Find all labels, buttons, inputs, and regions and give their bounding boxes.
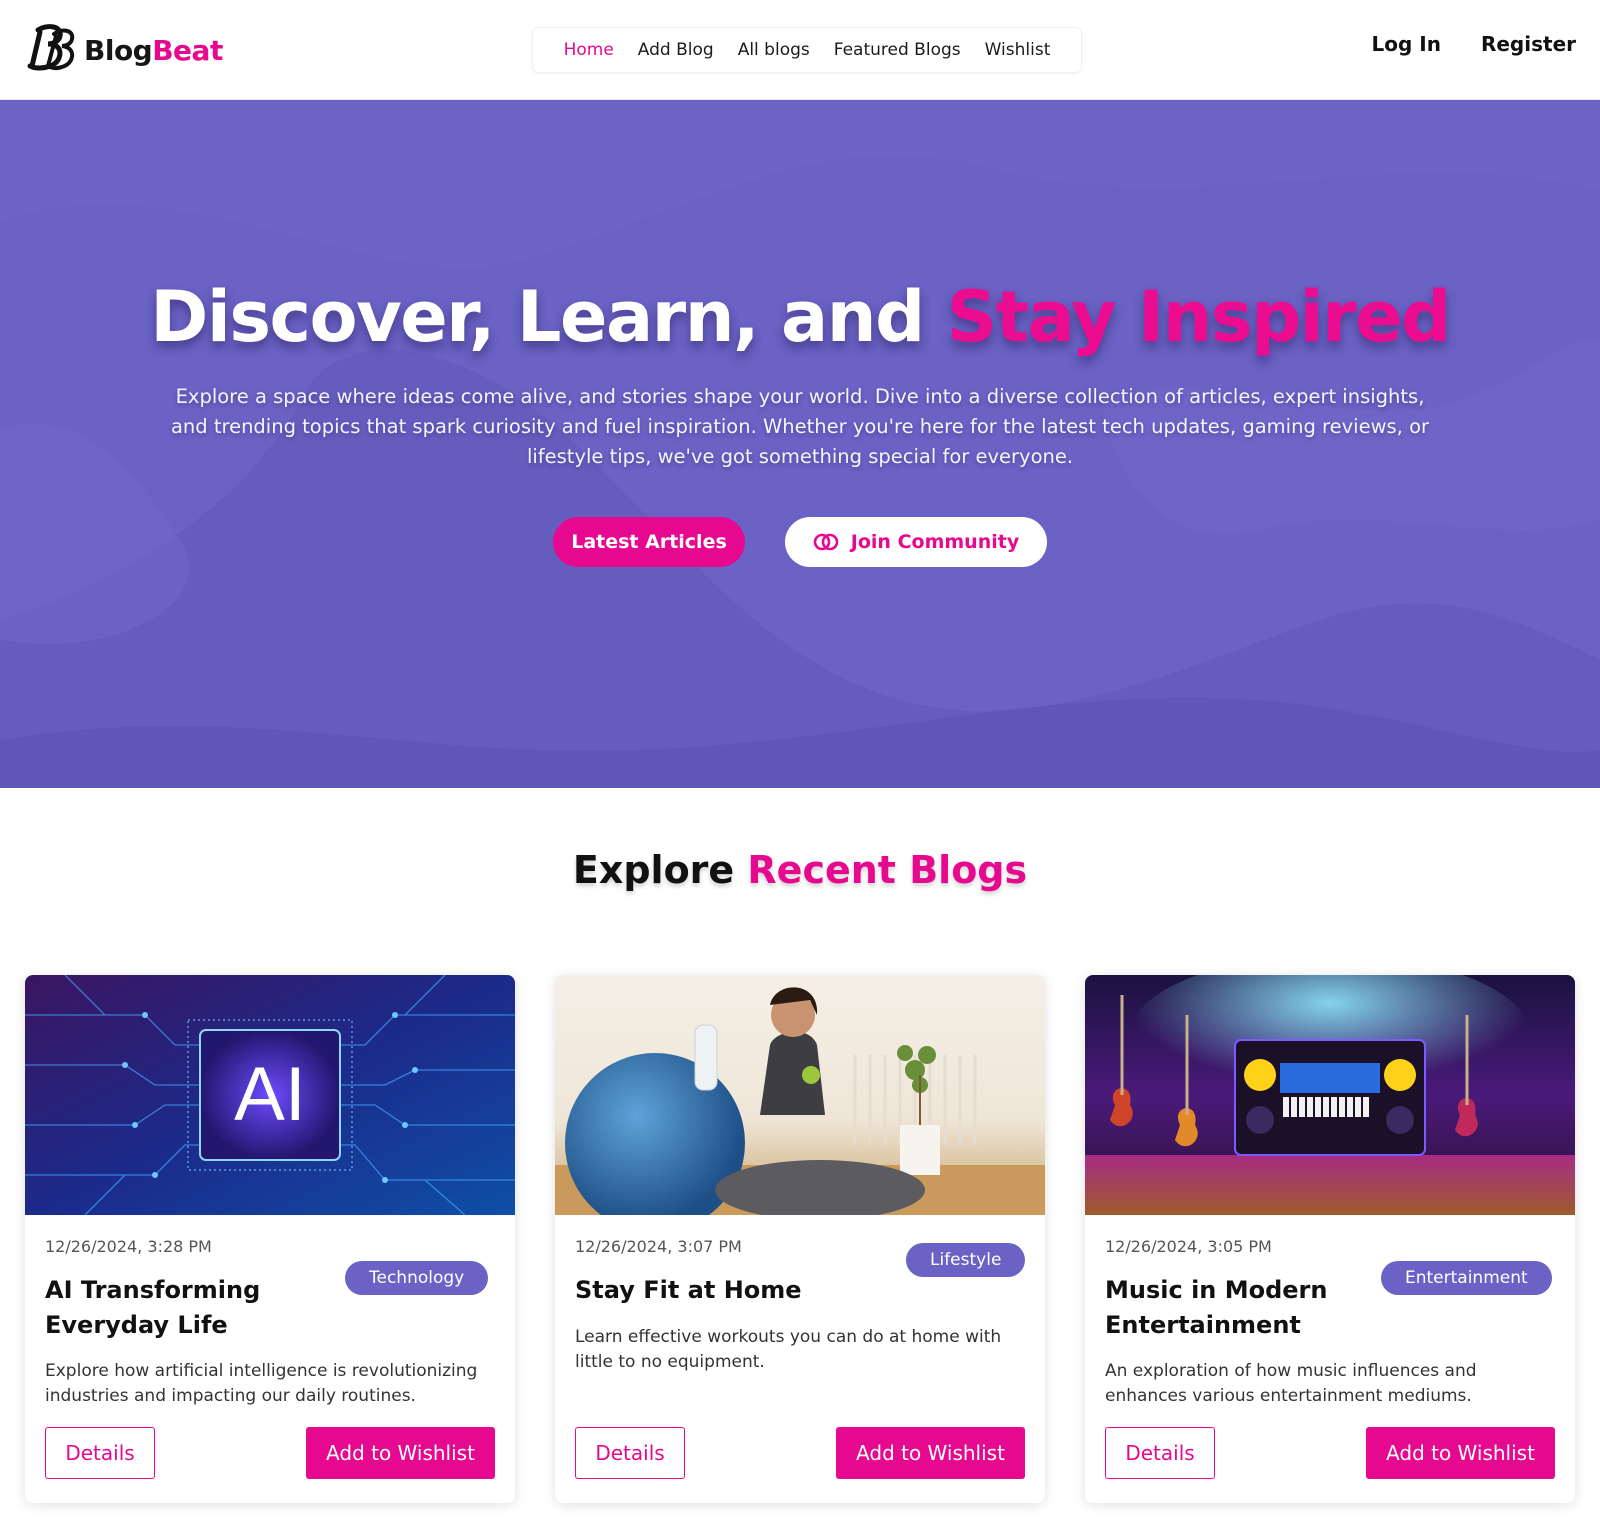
category-badge[interactable]: Lifestyle — [906, 1243, 1026, 1277]
brand-name: BlogBeat — [84, 34, 223, 67]
section-title: Explore Recent Blogs — [0, 848, 1600, 892]
details-button[interactable]: Details — [575, 1427, 685, 1479]
blog-card-title: Music in Modern Entertainment — [1105, 1276, 1328, 1339]
blog-card-title: AI Transforming Everyday Life — [45, 1276, 261, 1339]
blog-card: AI 12/26/2024, 3:28 PM Technology AI Tra… — [25, 975, 515, 1503]
hero-title-highlight: Stay Inspired — [946, 276, 1452, 358]
category-badge[interactable]: Technology — [345, 1261, 489, 1295]
latest-articles-button[interactable]: Latest Articles — [553, 517, 745, 567]
add-to-wishlist-button[interactable]: Add to Wishlist — [836, 1427, 1025, 1479]
hero-title: Discover, Learn, and Stay Inspired — [0, 276, 1600, 358]
register-link[interactable]: Register — [1481, 32, 1576, 56]
blog-card-date: 12/26/2024, 3:28 PM — [45, 1237, 212, 1256]
blog-card-image[interactable] — [1085, 975, 1575, 1215]
details-button[interactable]: Details — [45, 1427, 155, 1479]
brand-name-part2: Beat — [152, 33, 223, 67]
nav-link-wishlist[interactable]: Wishlist — [985, 40, 1051, 60]
ai-chip-image: AI — [25, 975, 515, 1215]
blog-card-image[interactable]: AI — [25, 975, 515, 1215]
interlocking-rings-icon — [813, 533, 839, 551]
nav-link-home[interactable]: Home — [564, 40, 614, 60]
details-button[interactable]: Details — [1105, 1427, 1215, 1479]
navbar: BlogBeat Home Add Blog All blogs Feature… — [0, 0, 1600, 100]
join-community-label: Join Community — [850, 531, 1020, 553]
blog-card-title: Stay Fit at Home — [575, 1276, 802, 1304]
auth-links: Log In Register — [1372, 32, 1576, 56]
blog-card-image[interactable] — [555, 975, 1045, 1215]
section-title-part1: Explore — [572, 848, 748, 892]
blog-card-description: An exploration of how music influences a… — [1105, 1361, 1477, 1406]
hero-title-part1: Discover, Learn, and — [150, 276, 947, 358]
hero-description: Explore a space where ideas come alive, … — [170, 385, 1430, 468]
hero-actions: Latest Articles Join Community — [0, 517, 1600, 567]
blog-card-description: Learn effective workouts you can do at h… — [575, 1327, 1002, 1372]
home-workout-image — [555, 975, 1045, 1215]
blog-card-description: Explore how artificial intelligence is r… — [45, 1361, 478, 1406]
add-to-wishlist-button[interactable]: Add to Wishlist — [306, 1427, 495, 1479]
nav-link-all-blogs[interactable]: All blogs — [738, 40, 810, 60]
login-link[interactable]: Log In — [1372, 32, 1441, 56]
bb-monogram-logo-icon — [27, 24, 75, 71]
brand-name-part1: Blog — [84, 33, 153, 67]
join-community-button[interactable]: Join Community — [785, 517, 1047, 567]
blog-card-date: 12/26/2024, 3:07 PM — [575, 1237, 742, 1256]
hero-banner: Discover, Learn, and Stay Inspired Explo… — [0, 100, 1600, 788]
nav-link-featured-blogs[interactable]: Featured Blogs — [834, 40, 961, 60]
blog-card: 12/26/2024, 3:05 PM Entertainment Music … — [1085, 975, 1575, 1503]
brand-logo[interactable]: BlogBeat — [24, 22, 223, 78]
add-to-wishlist-button[interactable]: Add to Wishlist — [1366, 1427, 1555, 1479]
blog-card: 12/26/2024, 3:07 PM Lifestyle Stay Fit a… — [555, 975, 1045, 1503]
section-title-highlight: Recent Blogs — [747, 848, 1028, 892]
music-stage-image — [1085, 975, 1575, 1215]
ai-chip-label: AI — [234, 1052, 306, 1137]
main-nav: Home Add Blog All blogs Featured Blogs W… — [532, 27, 1082, 73]
nav-link-add-blog[interactable]: Add Blog — [638, 40, 714, 60]
category-badge[interactable]: Entertainment — [1381, 1261, 1552, 1295]
blog-card-date: 12/26/2024, 3:05 PM — [1105, 1237, 1272, 1256]
